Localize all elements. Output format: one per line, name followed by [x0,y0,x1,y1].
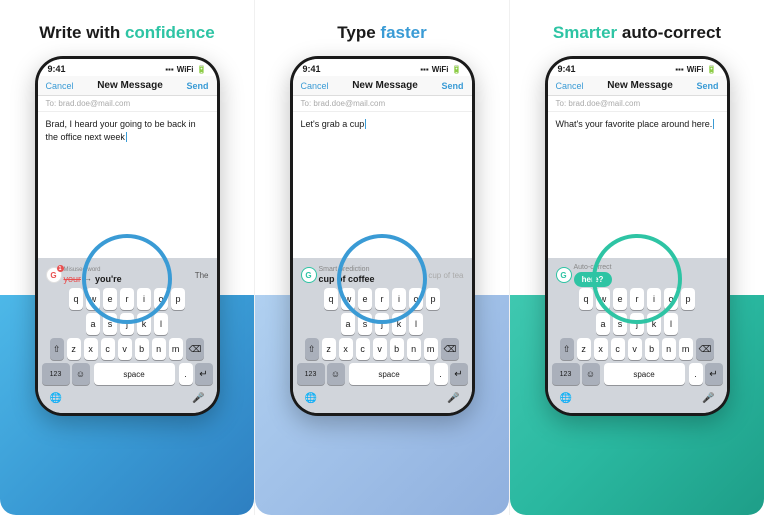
keyboard-3: G Auto-correct here? q w e r i [548,258,727,413]
status-bar-1: 9:41 ▪▪▪ WiFi 🔋 [38,59,217,76]
correction-suggestion-1: Misused word your → you're [64,267,193,284]
status-bar-3: 9:41 ▪▪▪ WiFi 🔋 [548,59,727,76]
bottom-bar-3: 🌐 🎤 [552,387,723,409]
keyboard-row-2a: q w e r i o p [297,288,468,310]
grammarly-icon-2: G [301,267,317,283]
message-area-1[interactable]: Brad, I heard your going to be back in t… [38,112,217,258]
message-area-3[interactable]: What's your favorite place around here. [548,112,727,258]
panel-write-confidence: Write with confidence 9:41 ▪▪▪ WiFi 🔋 Ca… [0,0,254,515]
keyboard-row-2b: a s j k l [297,313,468,335]
panel-2-title: Type faster [337,22,426,44]
keyboard-1: G 1 Misused word your → you're [38,258,217,413]
panel-1-title: Write with confidence [39,22,214,44]
keyboard-row-1c: ⇧ z x c v b n m ⌫ [42,338,213,360]
correction-bar-3: G Auto-correct here? [552,262,723,288]
status-bar-2: 9:41 ▪▪▪ WiFi 🔋 [293,59,472,76]
keyboard-row-2c: ⇧ z x c v b n m ⌫ [297,338,468,360]
message-area-2[interactable]: Let's grab a cup [293,112,472,258]
panel-smarter-autocorrect: Smarter auto-correct 9:41 ▪▪▪ WiFi 🔋 Can… [510,0,764,515]
phone-nav-1: Cancel New Message Send [38,76,217,96]
correction-bar-1: G 1 Misused word your → you're [42,262,213,288]
phone-nav-3: Cancel New Message Send [548,76,727,96]
phone-nav-2: Cancel New Message Send [293,76,472,96]
keyboard-row-3b: a s j k l [552,313,723,335]
to-line-1: To: brad.doe@mail.com [38,96,217,112]
grammarly-icon-1: G 1 [46,267,62,283]
keyboard-row-3a: q w e r i o p [552,288,723,310]
to-line-2: To: brad.doe@mail.com [293,96,472,112]
bottom-bar-2: 🌐 🎤 [297,387,468,409]
phone-mockup-1: 9:41 ▪▪▪ WiFi 🔋 Cancel New Message Send … [35,56,220,416]
keyboard-row-1a: q w e r i o p [42,288,213,310]
panel-3-title: Smarter auto-correct [553,22,721,44]
phone-mockup-2: 9:41 ▪▪▪ WiFi 🔋 Cancel New Message Send … [290,56,475,416]
correction-bar-2: G Smart prediction cup of coffee cup of … [297,262,468,288]
to-line-3: To: brad.doe@mail.com [548,96,727,112]
autocorrect-suggestion: Auto-correct here? [574,264,719,287]
bottom-bar-1: 🌐 🎤 [42,387,213,409]
smart-prediction: Smart prediction cup of coffee [319,266,427,284]
grammarly-icon-3: G [556,267,572,283]
keyboard-row-1b: a s j k l [42,313,213,335]
keyboard-row-3c: ⇧ z x c v b n m ⌫ [552,338,723,360]
panel-type-faster: Type faster 9:41 ▪▪▪ WiFi 🔋 Cancel New M… [254,0,510,515]
phone-mockup-3: 9:41 ▪▪▪ WiFi 🔋 Cancel New Message Send … [545,56,730,416]
keyboard-2: G Smart prediction cup of coffee cup of … [293,258,472,413]
